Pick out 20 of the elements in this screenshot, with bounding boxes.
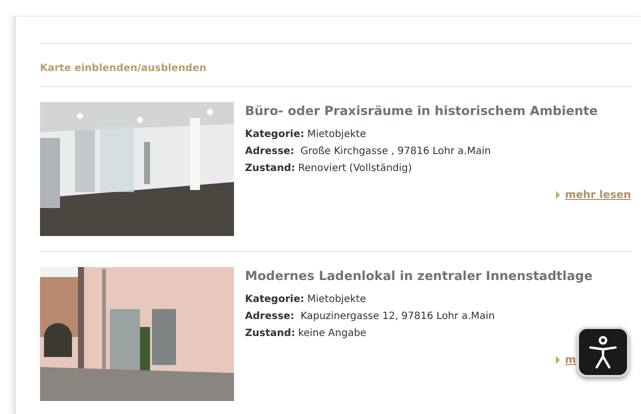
field-label: Zustand: — [245, 163, 296, 174]
field-value: Renoviert (Vollständig) — [298, 163, 412, 174]
field-label: Zustand: — [245, 328, 296, 339]
caret-icon — [556, 191, 560, 199]
listing-title[interactable]: Modernes Ladenlokal in zentraler Innenstadtlage — [245, 268, 632, 283]
field-label: Adresse: — [245, 311, 294, 322]
field-value: Mietobjekte — [307, 294, 366, 305]
field-value: Kapuzinergasse 12, 97816 Lohr a.Main — [299, 311, 495, 322]
field-label: Kategorie: — [245, 294, 304, 305]
field-value: Große Kirchgasse , 97816 Lohr a.Main — [299, 146, 491, 157]
map-toggle-link[interactable]: Karte einblenden/ausblenden — [40, 63, 206, 74]
caret-icon — [556, 356, 560, 364]
listing-title[interactable]: Büro- oder Praxisräume in historischem Ambiente — [245, 103, 632, 118]
field-value: keine Angabe — [298, 328, 366, 339]
field-value: Mietobjekte — [307, 129, 366, 140]
field-label: Adresse: — [245, 146, 294, 157]
read-more-link[interactable]: m — [565, 354, 576, 366]
read-more-link[interactable]: mehr lesen — [565, 189, 631, 201]
accessibility-button[interactable] — [577, 327, 629, 377]
field-label: Kategorie: — [245, 129, 304, 140]
